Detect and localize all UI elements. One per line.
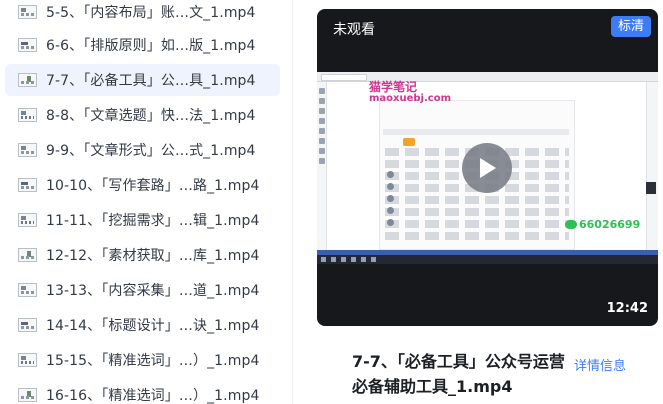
thumbnail-nav: [383, 129, 569, 135]
panel-divider: [292, 0, 293, 404]
video-thumbnail-icon: [18, 73, 37, 87]
watch-status: 未观看: [333, 22, 375, 38]
file-name: 16-16、「精准选词」…）_1.mp4: [46, 388, 260, 404]
file-item-10[interactable]: 10-10、「写作套路」…路_1.mp4: [5, 169, 280, 201]
video-thumbnail-icon: [18, 318, 37, 332]
thumbnail-sidebar: [317, 82, 327, 264]
file-name: 6-6、「排版原则」如…版_1.mp4: [46, 38, 256, 54]
file-list: 5-5、「内容布局」账…文_1.mp4 6-6、「排版原则」如…版_1.mp4 …: [0, 0, 288, 404]
file-name: 11-11、「挖掘需求」…辑_1.mp4: [46, 213, 260, 229]
play-icon: [480, 158, 496, 178]
file-name: 7-7、「必备工具」公…具_1.mp4: [46, 73, 256, 89]
file-name: 13-13、「内容采集」…道_1.mp4: [46, 283, 260, 299]
wechat-icon: [565, 220, 577, 229]
video-thumbnail-icon: [18, 38, 37, 52]
file-item-15[interactable]: 15-15、「精准选词」…）_1.mp4: [5, 344, 280, 376]
quality-badge[interactable]: 标清: [610, 16, 651, 37]
file-item-12[interactable]: 12-12、「素材获取」…库_1.mp4: [5, 239, 280, 271]
video-thumbnail-icon: [18, 283, 37, 297]
file-item-9[interactable]: 9-9、「文章形式」公…式_1.mp4: [5, 134, 280, 166]
file-item-6[interactable]: 6-6、「排版原则」如…版_1.mp4: [5, 29, 280, 61]
file-name: 5-5、「内容布局」账…文_1.mp4: [46, 5, 256, 21]
file-item-16[interactable]: 16-16、「精准选词」…）_1.mp4: [5, 379, 280, 404]
video-thumbnail-icon: [18, 143, 37, 157]
file-item-11[interactable]: 11-11、「挖掘需求」…辑_1.mp4: [5, 204, 280, 236]
video-player[interactable]: 未观看 标清 猫学笔记 maoxuebj.com 66026699 12:42: [317, 9, 658, 326]
contact-overlay: 66026699: [565, 218, 640, 231]
video-duration: 12:42: [606, 301, 648, 316]
file-name: 14-14、「标题设计」…诀_1.mp4: [46, 318, 260, 334]
file-name: 10-10、「写作套路」…路_1.mp4: [46, 178, 260, 194]
video-thumbnail-icon: [18, 108, 37, 122]
thumbnail-button: [403, 138, 415, 146]
video-thumbnail-icon: [18, 213, 37, 227]
video-thumbnail-icon: [18, 388, 37, 402]
file-item-5[interactable]: 5-5、「内容布局」账…文_1.mp4: [5, 0, 280, 28]
file-name: 9-9、「文章形式」公…式_1.mp4: [46, 143, 256, 159]
file-name: 15-15、「精准选词」…）_1.mp4: [46, 353, 260, 369]
watermark-url: maoxuebj.com: [369, 93, 451, 104]
play-button[interactable]: [462, 143, 512, 193]
details-link[interactable]: 详情信息: [574, 355, 626, 374]
watermark: 猫学笔记 maoxuebj.com: [369, 81, 451, 105]
video-thumbnail-icon: [18, 248, 37, 262]
video-course-viewer: 5-5、「内容布局」账…文_1.mp4 6-6、「排版原则」如…版_1.mp4 …: [0, 0, 663, 404]
file-item-13[interactable]: 13-13、「内容采集」…道_1.mp4: [5, 274, 280, 306]
contact-number: 66026699: [579, 218, 641, 231]
thumbnail-scrollbar: [646, 82, 658, 264]
file-item-8[interactable]: 8-8、「文章选题」快…法_1.mp4: [5, 99, 280, 131]
video-thumbnail-icon: [18, 353, 37, 367]
file-name: 12-12、「素材获取」…库_1.mp4: [46, 248, 260, 264]
file-item-14[interactable]: 14-14、「标题设计」…诀_1.mp4: [5, 309, 280, 341]
video-thumbnail-icon: [18, 5, 37, 19]
watermark-title: 猫学笔记: [369, 80, 418, 94]
file-name: 8-8、「文章选题」快…法_1.mp4: [46, 108, 256, 124]
thumbnail-taskbar: [317, 255, 658, 264]
video-title: 7-7、「必备工具」公众号运营必备辅助工具_1.mp4: [352, 352, 565, 396]
video-thumbnail-icon: [18, 178, 37, 192]
file-item-7[interactable]: 7-7、「必备工具」公…具_1.mp4: [5, 64, 280, 96]
